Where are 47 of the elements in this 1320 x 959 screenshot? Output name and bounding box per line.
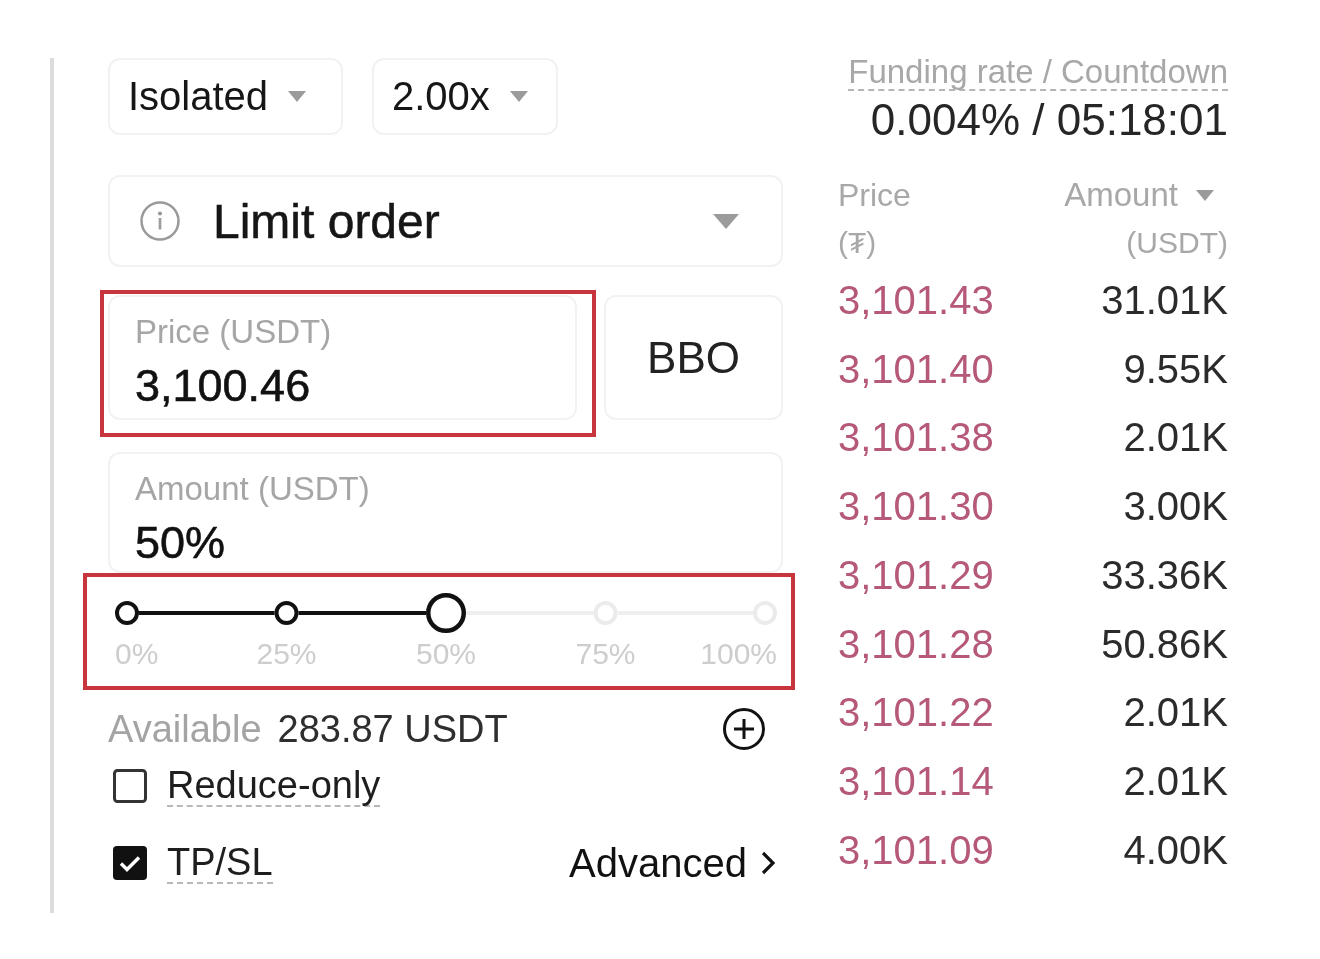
available-label: Available [108,707,262,751]
ask-amount: 9.55K [1123,346,1228,392]
funding-rate-value: 0.004% / 05:18:01 [870,96,1228,144]
field-value: 3,100.46 [135,359,311,413]
ask-amount: 2.01K [1123,690,1228,736]
info-icon [140,201,180,241]
plus-circle-icon[interactable] [723,708,765,750]
ask-amount: 2.01K [1123,415,1228,461]
caret-icon [713,213,739,229]
bbo-button[interactable]: BBO [604,295,783,420]
column-header: Price [838,176,911,215]
field-label: Amount (USDT) [135,469,370,509]
available-balance: 283.87 USDT [277,707,508,751]
slider-thumb[interactable] [426,593,466,633]
ask-price: 3,101.14 [838,759,994,805]
ask-amount: 4.00K [1123,827,1228,873]
ask-price: 3,101.22 [838,690,994,736]
chevron-right-icon [761,851,775,875]
checkbox[interactable] [113,769,147,803]
ask-price: 3,101.43 [838,277,994,323]
ask-price: 3,101.09 [838,827,994,873]
ask-price: 3,101.38 [838,415,994,461]
ask-amount: 3.00K [1123,484,1228,530]
checkbox-label: TP/SL [167,842,273,884]
field-value: 50% [135,516,226,570]
leverage-dropdown[interactable]: 2.00x [372,58,558,135]
caret-icon [1196,189,1214,201]
amount-input[interactable]: Amount (USDT) 50% [108,452,783,573]
column-unit: (USDT) [1126,225,1228,261]
ask-amount: 33.36K [1101,552,1228,598]
ask-price: 3,101.30 [838,484,994,530]
field-label: Price (USDT) [135,312,332,352]
checkbox-label: Reduce-only [167,765,381,807]
column-unit: (₮) [838,225,877,261]
caret-icon [509,91,528,102]
checkbox[interactable] [113,846,147,880]
ask-amount: 31.01K [1101,277,1228,323]
caret-icon [288,91,307,102]
price-input[interactable]: Price (USDT) 3,100.46 [108,295,577,420]
ask-amount: 50.86K [1101,621,1228,667]
ask-price: 3,101.40 [838,346,994,392]
ask-price: 3,101.28 [838,621,994,667]
ask-amount: 2.01K [1123,759,1228,805]
advanced-link[interactable]: Advanced [569,840,775,886]
order-type-dropdown[interactable]: Limit order [108,175,783,267]
margin-mode-dropdown[interactable]: Isolated [108,58,343,135]
ask-price: 3,101.29 [838,552,994,598]
